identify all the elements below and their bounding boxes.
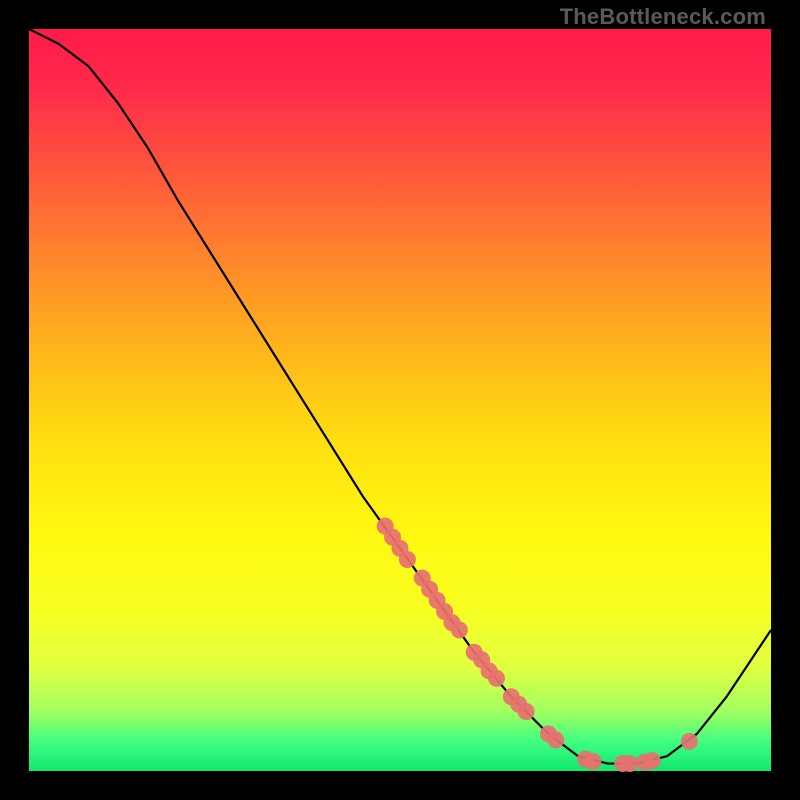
data-marker xyxy=(451,622,468,639)
chart-container: TheBottleneck.com xyxy=(0,0,800,800)
bottleneck-curve xyxy=(29,29,771,764)
data-marker xyxy=(547,731,564,748)
data-marker xyxy=(644,752,661,769)
watermark-text: TheBottleneck.com xyxy=(560,4,766,30)
data-marker xyxy=(399,551,416,568)
data-marker xyxy=(518,703,535,720)
chart-svg xyxy=(29,29,771,771)
curve-layer xyxy=(29,29,771,764)
data-marker xyxy=(584,753,601,770)
data-marker xyxy=(622,755,639,772)
data-marker xyxy=(681,733,698,750)
data-marker xyxy=(488,670,505,687)
markers-layer xyxy=(377,518,698,772)
